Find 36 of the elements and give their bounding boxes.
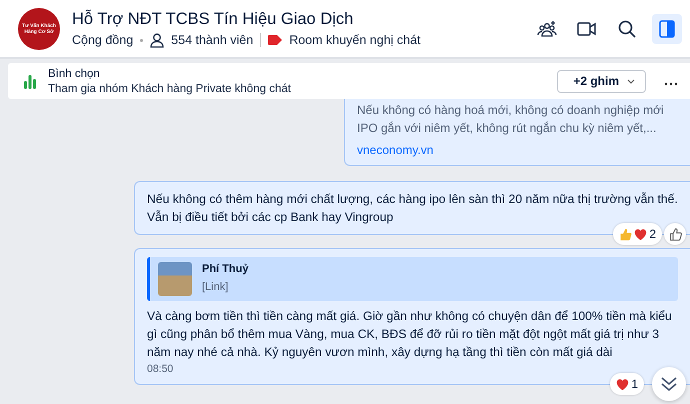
member-count: 554 thành viên xyxy=(171,33,254,47)
add-people-icon xyxy=(537,20,557,38)
link-source[interactable]: vneconomy.vn xyxy=(357,141,434,159)
thumbs-up-outline-icon xyxy=(668,228,682,240)
like-button[interactable] xyxy=(664,223,686,245)
more-icon xyxy=(664,82,678,86)
quoted-message[interactable]: Phí Thuỷ [Link] xyxy=(147,257,678,301)
message-time: 08:50 xyxy=(147,362,174,376)
quote-text: [Link] xyxy=(202,280,230,294)
group-category: Cộng đồng xyxy=(72,33,134,47)
pinned-label: Bình chọn xyxy=(48,68,101,80)
poll-icon xyxy=(24,73,36,89)
pinned-message-bar[interactable]: Bình chọn Tham gia nhóm Khách hàng Private không chát +2 ghim xyxy=(8,63,690,99)
thumbs-up-icon xyxy=(619,228,632,240)
heart-icon xyxy=(616,378,630,390)
scroll-down-button[interactable] xyxy=(652,367,686,401)
message-text: Nếu không có thêm hàng mới chất lượng, các hàng ipo lên sàn thì 20 năm nữa thị trường vẫn thế. Vẫn bị điều tiết bởi các cp Bank hay Vingroup xyxy=(147,191,678,226)
reaction-summary[interactable]: 1 xyxy=(610,373,644,395)
panel-icon xyxy=(659,20,675,38)
quote-author: Phí Thuỷ xyxy=(202,262,248,276)
group-title: Hỗ Trợ NĐT TCBS Tín Hiệu Giao Dịch xyxy=(72,10,354,28)
group-tag[interactable]: Room khuyến nghị chát xyxy=(289,33,421,47)
tag-icon xyxy=(268,35,282,45)
message-text: Và càng bơm tiền thì tiền càng mất giá. Giờ gần như không có chuyện dân để 100% tiền mà kiểu gì cũng phân bổ thêm mua Vàng, mua CK, BĐS để đỡ rủi ro tiền mặt đột ngột mất giá trị như 3 năm nay nhé cả nhà. Kỷ nguyên vươn mình, xây dựng hạ tầng thì tiền còn mất giá dài xyxy=(147,308,673,361)
search-icon xyxy=(618,20,636,38)
photo-placeholder xyxy=(158,262,192,296)
chevron-down-icon xyxy=(627,78,635,84)
link-preview-card[interactable]: Nếu không có hàng hoá mới, không có doanh nghiệp mới IPO gắn với niêm yết, không rút ngắn chu kỳ niêm yết,... vneconomy.vn xyxy=(344,99,690,166)
reaction-summary[interactable]: 2 xyxy=(613,223,662,245)
link-description: Nếu không có hàng hoá mới, không có doanh nghiệp mới IPO gắn với niêm yết, không rút ngắn chu kỳ niêm yết,... xyxy=(357,102,665,137)
video-camera-icon xyxy=(577,20,597,36)
person-icon xyxy=(150,32,164,48)
pinned-text: Tham gia nhóm Khách hàng Private không chát xyxy=(48,82,292,94)
side-panel-toggle[interactable] xyxy=(652,14,682,44)
heart-icon xyxy=(634,228,648,240)
more-pins-button[interactable]: +2 ghim xyxy=(557,70,646,92)
